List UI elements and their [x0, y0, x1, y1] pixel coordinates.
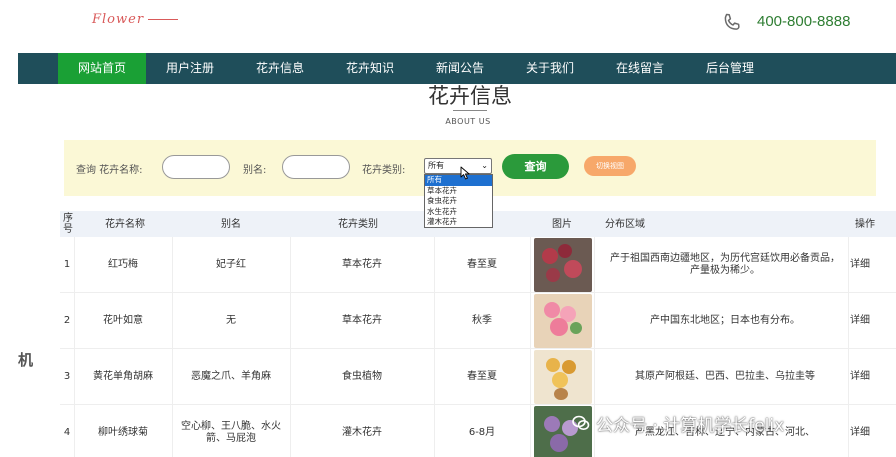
- category-option-herbaceous[interactable]: 草本花卉: [425, 186, 492, 197]
- logo-text: Flower: [92, 12, 145, 27]
- category-option-all[interactable]: 所有: [425, 175, 492, 186]
- cell-name: 黄花单角胡麻: [93, 371, 153, 382]
- nav-item-register[interactable]: 用户注册: [148, 53, 232, 84]
- name-label: 查询 花卉名称:: [76, 165, 143, 176]
- header-name: 花卉名称: [105, 218, 145, 230]
- cell-season: 春至夏: [467, 259, 497, 270]
- flower-name-input[interactable]: [162, 155, 230, 179]
- category-select[interactable]: 所有 ⌄: [424, 158, 492, 174]
- alias-input[interactable]: [282, 155, 350, 179]
- query-button[interactable]: 查询: [502, 154, 569, 179]
- detail-link[interactable]: 详细: [850, 405, 890, 457]
- page-subtitle: ABOUT US: [445, 117, 491, 126]
- category-dropdown-list: 所有 草本花卉 食虫花卉 水生花卉 灌木花卉: [424, 174, 493, 228]
- cell-alias: 恶魔之爪、羊角麻: [191, 371, 271, 382]
- cell-category: 草本花卉: [342, 315, 382, 326]
- header-action: 操作: [855, 218, 875, 230]
- header-no: 序号: [63, 213, 73, 235]
- flower-image[interactable]: [534, 238, 592, 292]
- nav-item-flower-info[interactable]: 花卉信息: [238, 53, 322, 84]
- cell-name: 红巧梅: [108, 259, 138, 270]
- watermark-text: 公众号 · 计算机学长felix: [596, 415, 785, 436]
- cell-no: 4: [63, 427, 71, 438]
- cell-name: 花叶如意: [103, 315, 143, 326]
- cell-image: [532, 349, 594, 405]
- header-region: 分布区域: [605, 218, 645, 230]
- cell-region: 产中国东北地区；日本也有分布。: [650, 315, 800, 326]
- cell-no: 2: [63, 315, 71, 326]
- nav-item-admin[interactable]: 后台管理: [688, 53, 772, 84]
- cell-region: 产于祖国西南边疆地区，为历代宫廷饮用必备贡品，产量极为稀少。: [610, 253, 840, 276]
- title-divider: [453, 110, 487, 111]
- table-row: 3 黄花单角胡麻 恶魔之爪、羊角麻 食虫植物 春至夏 其原产阿根廷、巴西、巴拉圭…: [60, 349, 896, 405]
- wechat-icon: [572, 415, 590, 430]
- switch-view-button[interactable]: 切换视图: [584, 156, 636, 176]
- nav-item-home[interactable]: 网站首页: [58, 53, 146, 84]
- cell-category: 灌木花卉: [342, 427, 382, 438]
- table-row: 2 花叶如意 无 草本花卉 秋季 产中国东北地区；日本也有分布。 详细: [60, 293, 896, 349]
- alias-label: 别名:: [243, 165, 267, 176]
- category-option-shrub[interactable]: 灌木花卉: [425, 217, 492, 228]
- cell-alias: 妃子红: [216, 259, 246, 270]
- cell-image: [532, 237, 594, 293]
- detail-link[interactable]: 详细: [850, 293, 890, 349]
- cell-region: 其原产阿根廷、巴西、巴拉圭、乌拉圭等: [635, 371, 815, 382]
- top-bar: Flower 400-800-8888: [0, 0, 896, 52]
- cell-image: [532, 293, 594, 349]
- cell-no: 3: [63, 371, 71, 382]
- flower-image[interactable]: [534, 350, 592, 404]
- phone-icon: [724, 13, 740, 30]
- cell-alias: 无: [226, 315, 236, 326]
- page-title: 花卉信息: [428, 84, 512, 108]
- category-option-aquatic[interactable]: 水生花卉: [425, 207, 492, 218]
- cell-alias: 空心柳、王八脆、水火箭、马屁泡: [181, 421, 281, 444]
- cell-season: 秋季: [472, 315, 492, 326]
- cell-no: 1: [63, 259, 71, 270]
- site-logo[interactable]: Flower: [92, 12, 179, 27]
- cell-category: 食虫植物: [342, 371, 382, 382]
- category-option-insectivorous[interactable]: 食虫花卉: [425, 196, 492, 207]
- header-image: 图片: [552, 218, 572, 230]
- cell-season: 春至夏: [467, 371, 497, 382]
- watermark: 公众号 · 计算机学长felix: [572, 410, 784, 436]
- cell-name: 柳叶绣球菊: [98, 427, 148, 438]
- chevron-down-icon: ⌄: [481, 161, 488, 170]
- flower-image[interactable]: [534, 294, 592, 348]
- table-row: 1 红巧梅 妃子红 草本花卉 春至夏 产于祖国西南边疆地区，为历代宫廷饮用必备贡…: [60, 237, 896, 293]
- detail-link[interactable]: 详细: [850, 349, 890, 405]
- side-fragment-text: 机: [18, 351, 34, 369]
- nav-item-message[interactable]: 在线留言: [598, 53, 682, 84]
- phone-number: 400-800-8888: [757, 13, 851, 30]
- category-select-value: 所有: [428, 161, 444, 170]
- cell-season: 6-8月: [468, 427, 496, 438]
- header-alias: 别名: [221, 218, 241, 230]
- detail-link[interactable]: 详细: [850, 237, 890, 293]
- header-category: 花卉类别: [338, 218, 378, 230]
- cell-category: 草本花卉: [342, 259, 382, 270]
- mouse-cursor-icon: [460, 166, 470, 180]
- category-label: 花卉类别:: [362, 165, 406, 176]
